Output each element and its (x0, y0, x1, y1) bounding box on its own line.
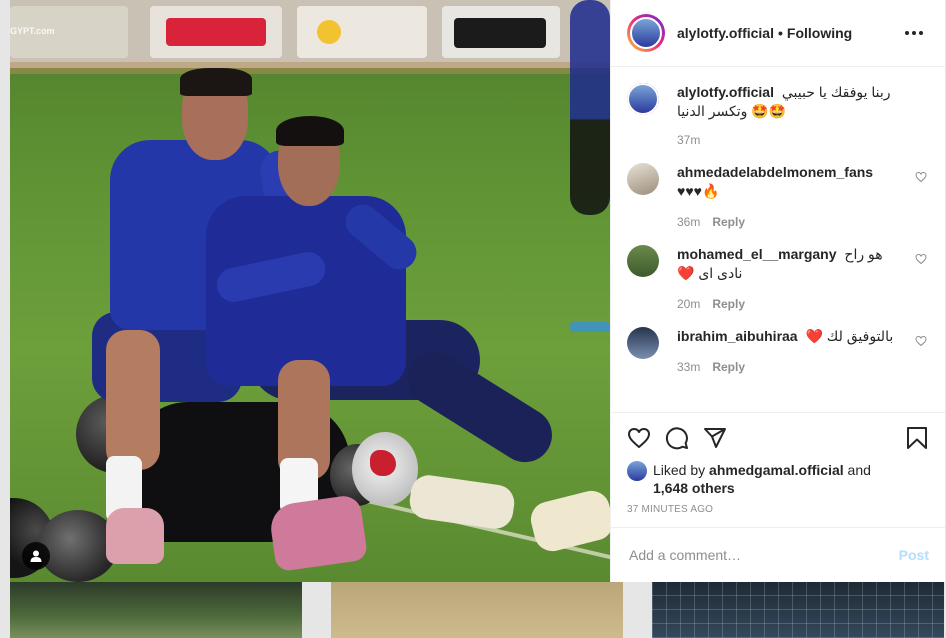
feed-thumbnail-2[interactable] (331, 582, 623, 638)
comment-time[interactable]: 20m (677, 297, 700, 311)
comment-input[interactable] (627, 546, 899, 564)
commenter-avatar[interactable] (627, 327, 659, 359)
user-tag-button[interactable] (22, 542, 50, 570)
list-item: mohamed_el__margany هو راح نادى اى ❤️ 20… (627, 245, 929, 311)
like-comment-heart-icon[interactable] (915, 171, 927, 183)
comment-time[interactable]: 36m (677, 215, 700, 229)
feed-thumbnail-3[interactable] (652, 582, 944, 638)
post-timestamp[interactable]: 37 MINUTES AGO (627, 504, 929, 515)
reply-button[interactable]: Reply (712, 297, 745, 311)
liker-avatar[interactable] (627, 461, 647, 481)
post-comment-button[interactable]: Post (899, 547, 929, 563)
share-button[interactable] (703, 426, 727, 450)
likes-summary: Liked by ahmedgamal.official and 1,648 o… (627, 461, 929, 497)
comment-text: ♥♥♥🔥 (677, 183, 720, 199)
follow-status-button[interactable]: Following (787, 25, 852, 41)
likes-prefix: Liked by (653, 462, 706, 478)
commenter-avatar[interactable] (627, 163, 659, 195)
photo-watermark: GYPT.com (10, 26, 55, 36)
author-username[interactable]: alylotfy.official (677, 25, 774, 41)
post-header: alylotfy.official • Following (611, 0, 945, 67)
list-item: ibrahim_aibuhiraa بالتوفيق لك ❤️ 33m Rep… (627, 327, 929, 374)
commenter-username[interactable]: mohamed_el__margany (677, 246, 837, 262)
heart-icon (628, 428, 650, 448)
ad-banner (10, 0, 610, 68)
save-button[interactable] (905, 426, 929, 450)
likes-conj: and (847, 462, 871, 478)
caption-avatar[interactable] (627, 83, 659, 115)
user-tag-icon (30, 550, 42, 562)
commenter-username[interactable]: ahmedadelabdelmonem_fans (677, 164, 873, 180)
reply-button[interactable]: Reply (712, 360, 745, 374)
more-options-button[interactable] (899, 25, 929, 41)
comment-button[interactable] (665, 426, 689, 450)
caption-time[interactable]: 37m (677, 133, 700, 147)
comment-text: بالتوفيق لك ❤️ (805, 328, 894, 344)
likes-others-link[interactable]: 1,648 others (653, 480, 735, 496)
comments-list[interactable]: alylotfy.official ربنا يوفقك يا حبيبي 🤩🤩… (611, 67, 945, 412)
post-modal: GYPT.com alylotfy.official • Following a… (10, 0, 945, 582)
comment-icon (665, 427, 688, 450)
author-avatar[interactable] (627, 14, 665, 52)
more-icon (905, 31, 909, 35)
post-sidebar: alylotfy.official • Following alylotfy.o… (610, 0, 945, 582)
post-actions: Liked by ahmedgamal.official and 1,648 o… (611, 412, 945, 527)
header-separator: • (777, 25, 783, 41)
reply-button[interactable]: Reply (712, 215, 745, 229)
comment-time[interactable]: 33m (677, 360, 700, 374)
like-button[interactable] (627, 426, 651, 450)
add-comment-bar: Post (611, 527, 945, 582)
like-comment-heart-icon[interactable] (915, 253, 927, 265)
like-comment-heart-icon[interactable] (915, 335, 927, 347)
feed-thumbnail-1[interactable] (10, 582, 302, 638)
post-photo[interactable]: GYPT.com (10, 0, 610, 582)
commenter-username[interactable]: ibrahim_aibuhiraa (677, 328, 798, 344)
commenter-avatar[interactable] (627, 245, 659, 277)
post-caption: alylotfy.official ربنا يوفقك يا حبيبي 🤩🤩… (627, 83, 929, 147)
share-icon (704, 428, 726, 448)
bookmark-icon (907, 427, 927, 449)
caption-username[interactable]: alylotfy.official (677, 84, 774, 100)
list-item: ahmedadelabdelmonem_fans ♥♥♥🔥 36m Reply (627, 163, 929, 229)
liker-username[interactable]: ahmedgamal.official (709, 462, 844, 478)
